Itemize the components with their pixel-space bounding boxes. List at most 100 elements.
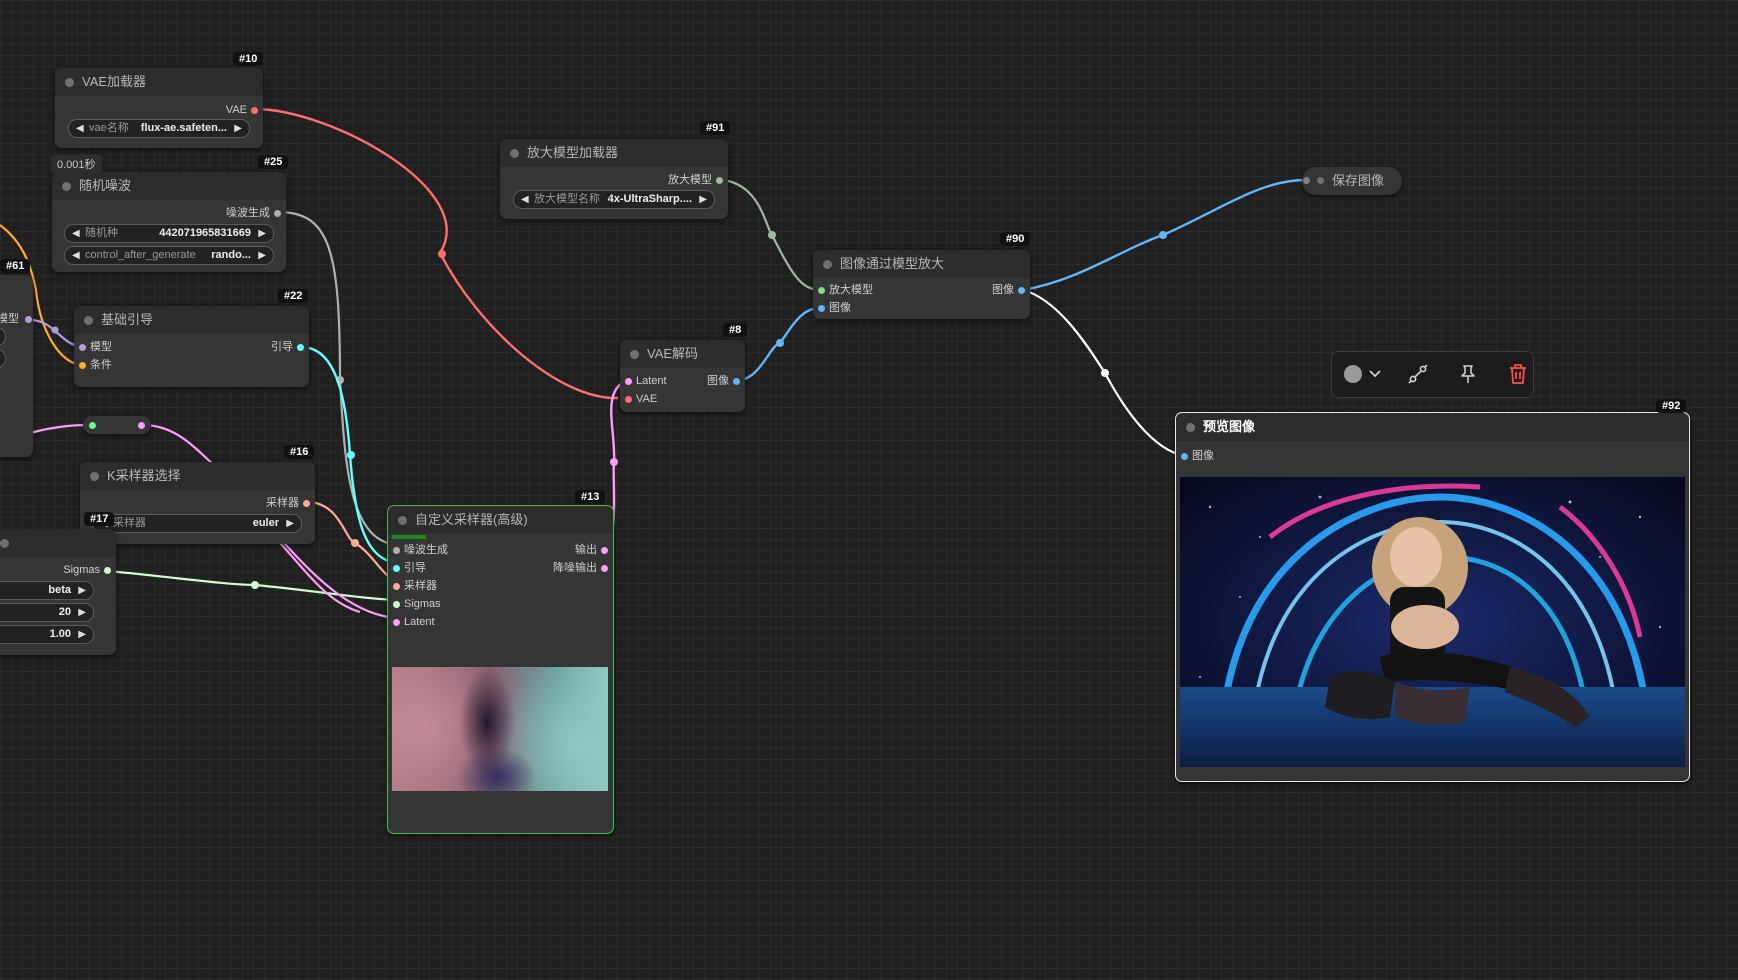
output-slot-image[interactable] <box>1018 286 1025 294</box>
node-id-badge: #13 <box>575 490 606 504</box>
output-slot-noise[interactable] <box>274 209 281 217</box>
node-basic-guider[interactable]: 基础引导 模型 条件 引导 <box>74 306 309 387</box>
output-slot-sigmas[interactable] <box>104 566 111 574</box>
output-slot-output[interactable] <box>601 546 608 554</box>
node-title: 放大模型加载器 <box>500 139 728 167</box>
input-slot-image[interactable] <box>1303 177 1310 184</box>
node-preview-image[interactable]: 预览图像 图像 <box>1175 412 1690 782</box>
node-id-badge: #16 <box>284 445 315 459</box>
control-after-generate-combo[interactable]: ◀ control_after_generate rando... ▶ <box>64 246 274 265</box>
input-slot-vae[interactable] <box>625 395 632 403</box>
reroute-node[interactable] <box>83 416 151 434</box>
input-slot-model[interactable] <box>79 343 86 351</box>
wire-guider-midpoint <box>347 451 355 459</box>
node-title: K采样器选择 <box>80 462 315 490</box>
preview-artwork <box>1180 477 1685 767</box>
arrow-right-icon[interactable]: ▶ <box>78 626 86 643</box>
delete-button[interactable] <box>1507 363 1529 385</box>
reroute-input-slot[interactable] <box>89 421 96 429</box>
output-slot-upscale-model[interactable] <box>716 176 723 184</box>
arrow-right-icon[interactable]: ▶ <box>699 191 707 208</box>
node-id-badge: #61 <box>0 259 31 273</box>
input-slot-noise[interactable] <box>393 546 400 554</box>
input-slot-conditioning[interactable] <box>79 361 86 369</box>
node-vae-decode[interactable]: VAE解码 Latent VAE 图像 <box>620 340 745 412</box>
node-image-upscale-with-model[interactable]: 图像通过模型放大 放大模型 图像 图像 <box>813 250 1030 319</box>
bypass-button[interactable] <box>1407 363 1429 385</box>
node-scheduler[interactable]: Sigmas beta ▶ 20 ▶ 1.00 ▶ <box>0 529 116 655</box>
arrow-right-icon[interactable]: ▶ <box>258 225 266 242</box>
output-label-image: 图像 <box>992 284 1014 296</box>
input-slot-image[interactable] <box>1181 452 1188 460</box>
input-slot-sigmas[interactable] <box>393 600 400 608</box>
node-id-badge: #22 <box>278 289 309 303</box>
widget-value: beta <box>48 584 71 596</box>
node-id-badge: #92 <box>1656 399 1687 413</box>
widget-label: control_after_generate <box>85 249 196 261</box>
output-label-image: 图像 <box>707 375 729 387</box>
output-slot-model[interactable] <box>25 315 32 323</box>
scheduler-combo[interactable]: beta ▶ <box>0 581 94 600</box>
node-id-badge: #17 <box>84 512 115 526</box>
input-slot-latent[interactable] <box>625 377 632 385</box>
widget-value: 1.00 <box>49 628 71 640</box>
wire-latent-left <box>29 423 91 435</box>
arrow-right-icon[interactable]: ▶ <box>234 120 242 137</box>
input-label-model: 模型 <box>90 341 112 353</box>
output-label-upscale-model: 放大模型 <box>668 174 712 186</box>
arrow-left-icon[interactable]: ◀ <box>72 225 80 242</box>
widget-label: 采样器 <box>113 517 146 529</box>
color-picker-button[interactable] <box>1342 363 1382 385</box>
vae-name-combo[interactable]: ◀ vae名称 flux-ae.safeten... ▶ <box>68 119 250 138</box>
pin-button[interactable] <box>1457 363 1479 385</box>
arrow-right-icon[interactable]: ▶ <box>258 247 266 264</box>
node-id-badge: #8 <box>723 323 748 337</box>
node-id-badge: #25 <box>258 155 289 169</box>
output-label-guider: 引导 <box>271 341 293 353</box>
arrow-left-icon[interactable]: ◀ <box>72 247 80 264</box>
input-slot-guider[interactable] <box>393 564 400 572</box>
input-label-guider: 引导 <box>404 562 426 574</box>
node-partial-61[interactable]: 模型 ▶ ▶ <box>0 275 33 457</box>
seed-number[interactable]: ◀ 随机种 442071965831669 ▶ <box>64 224 274 243</box>
input-slot-upscale-model[interactable] <box>818 286 825 294</box>
selection-toolbar <box>1331 351 1534 398</box>
upscale-model-name-combo[interactable]: ◀ 放大模型名称 4x-UltraSharp.... ▶ <box>513 190 715 209</box>
color-circle-icon <box>1344 365 1381 383</box>
node-save-image-collapsed[interactable]: 保存图像 <box>1302 167 1402 195</box>
widget-label: 放大模型名称 <box>534 193 600 205</box>
arrow-right-icon[interactable]: ▶ <box>286 515 294 532</box>
output-slot-sampler[interactable] <box>303 499 310 507</box>
reroute-output-slot[interactable] <box>138 421 145 429</box>
partial-widget[interactable]: ▶ <box>0 327 6 346</box>
input-slot-image[interactable] <box>818 304 825 312</box>
node-id-badge: #90 <box>1000 232 1031 246</box>
sampler-name-combo[interactable]: ◀ 采样器 euler ▶ <box>92 514 302 533</box>
node-vae-loader[interactable]: VAE加载器 VAE ◀ vae名称 flux-ae.safeten... ▶ <box>55 68 263 148</box>
arrow-left-icon[interactable]: ◀ <box>521 191 529 208</box>
arrow-right-icon[interactable]: ▶ <box>78 582 86 599</box>
input-label-latent: Latent <box>636 375 667 387</box>
execution-time: 0.001秒 <box>51 155 102 173</box>
node-ksampler-select[interactable]: K采样器选择 采样器 ◀ 采样器 euler ▶ <box>80 462 315 544</box>
node-id-badge: #91 <box>700 121 731 135</box>
input-slot-sampler[interactable] <box>393 582 400 590</box>
wire-sampler-midpoint <box>351 539 359 547</box>
arrow-left-icon[interactable]: ◀ <box>76 120 84 137</box>
steps-number[interactable]: 20 ▶ <box>0 603 94 622</box>
arrow-right-icon[interactable]: ▶ <box>78 604 86 621</box>
node-random-noise[interactable]: 随机噪波 噪波生成 ◀ 随机种 442071965831669 ▶ ◀ cont… <box>52 172 286 272</box>
denoise-number[interactable]: 1.00 ▶ <box>0 625 94 644</box>
widget-value: 4x-UltraSharp.... <box>607 193 692 205</box>
output-slot-denoised[interactable] <box>601 564 608 572</box>
partial-widget[interactable]: ▶ <box>0 349 6 368</box>
output-slot-vae[interactable] <box>251 106 258 114</box>
output-slot-image[interactable] <box>733 377 740 385</box>
input-label-sigmas: Sigmas <box>404 598 441 610</box>
node-custom-sampler-advanced[interactable]: 自定义采样器(高级) 噪波生成 引导 采样器 Sigmas Latent 输出 … <box>387 505 614 834</box>
input-slot-latent[interactable] <box>393 618 400 626</box>
node-upscale-model-loader[interactable]: 放大模型加载器 放大模型 ◀ 放大模型名称 4x-UltraSharp.... … <box>500 139 728 219</box>
node-header <box>0 529 116 557</box>
output-slot-guider[interactable] <box>297 343 304 351</box>
pin-icon <box>1461 365 1475 383</box>
